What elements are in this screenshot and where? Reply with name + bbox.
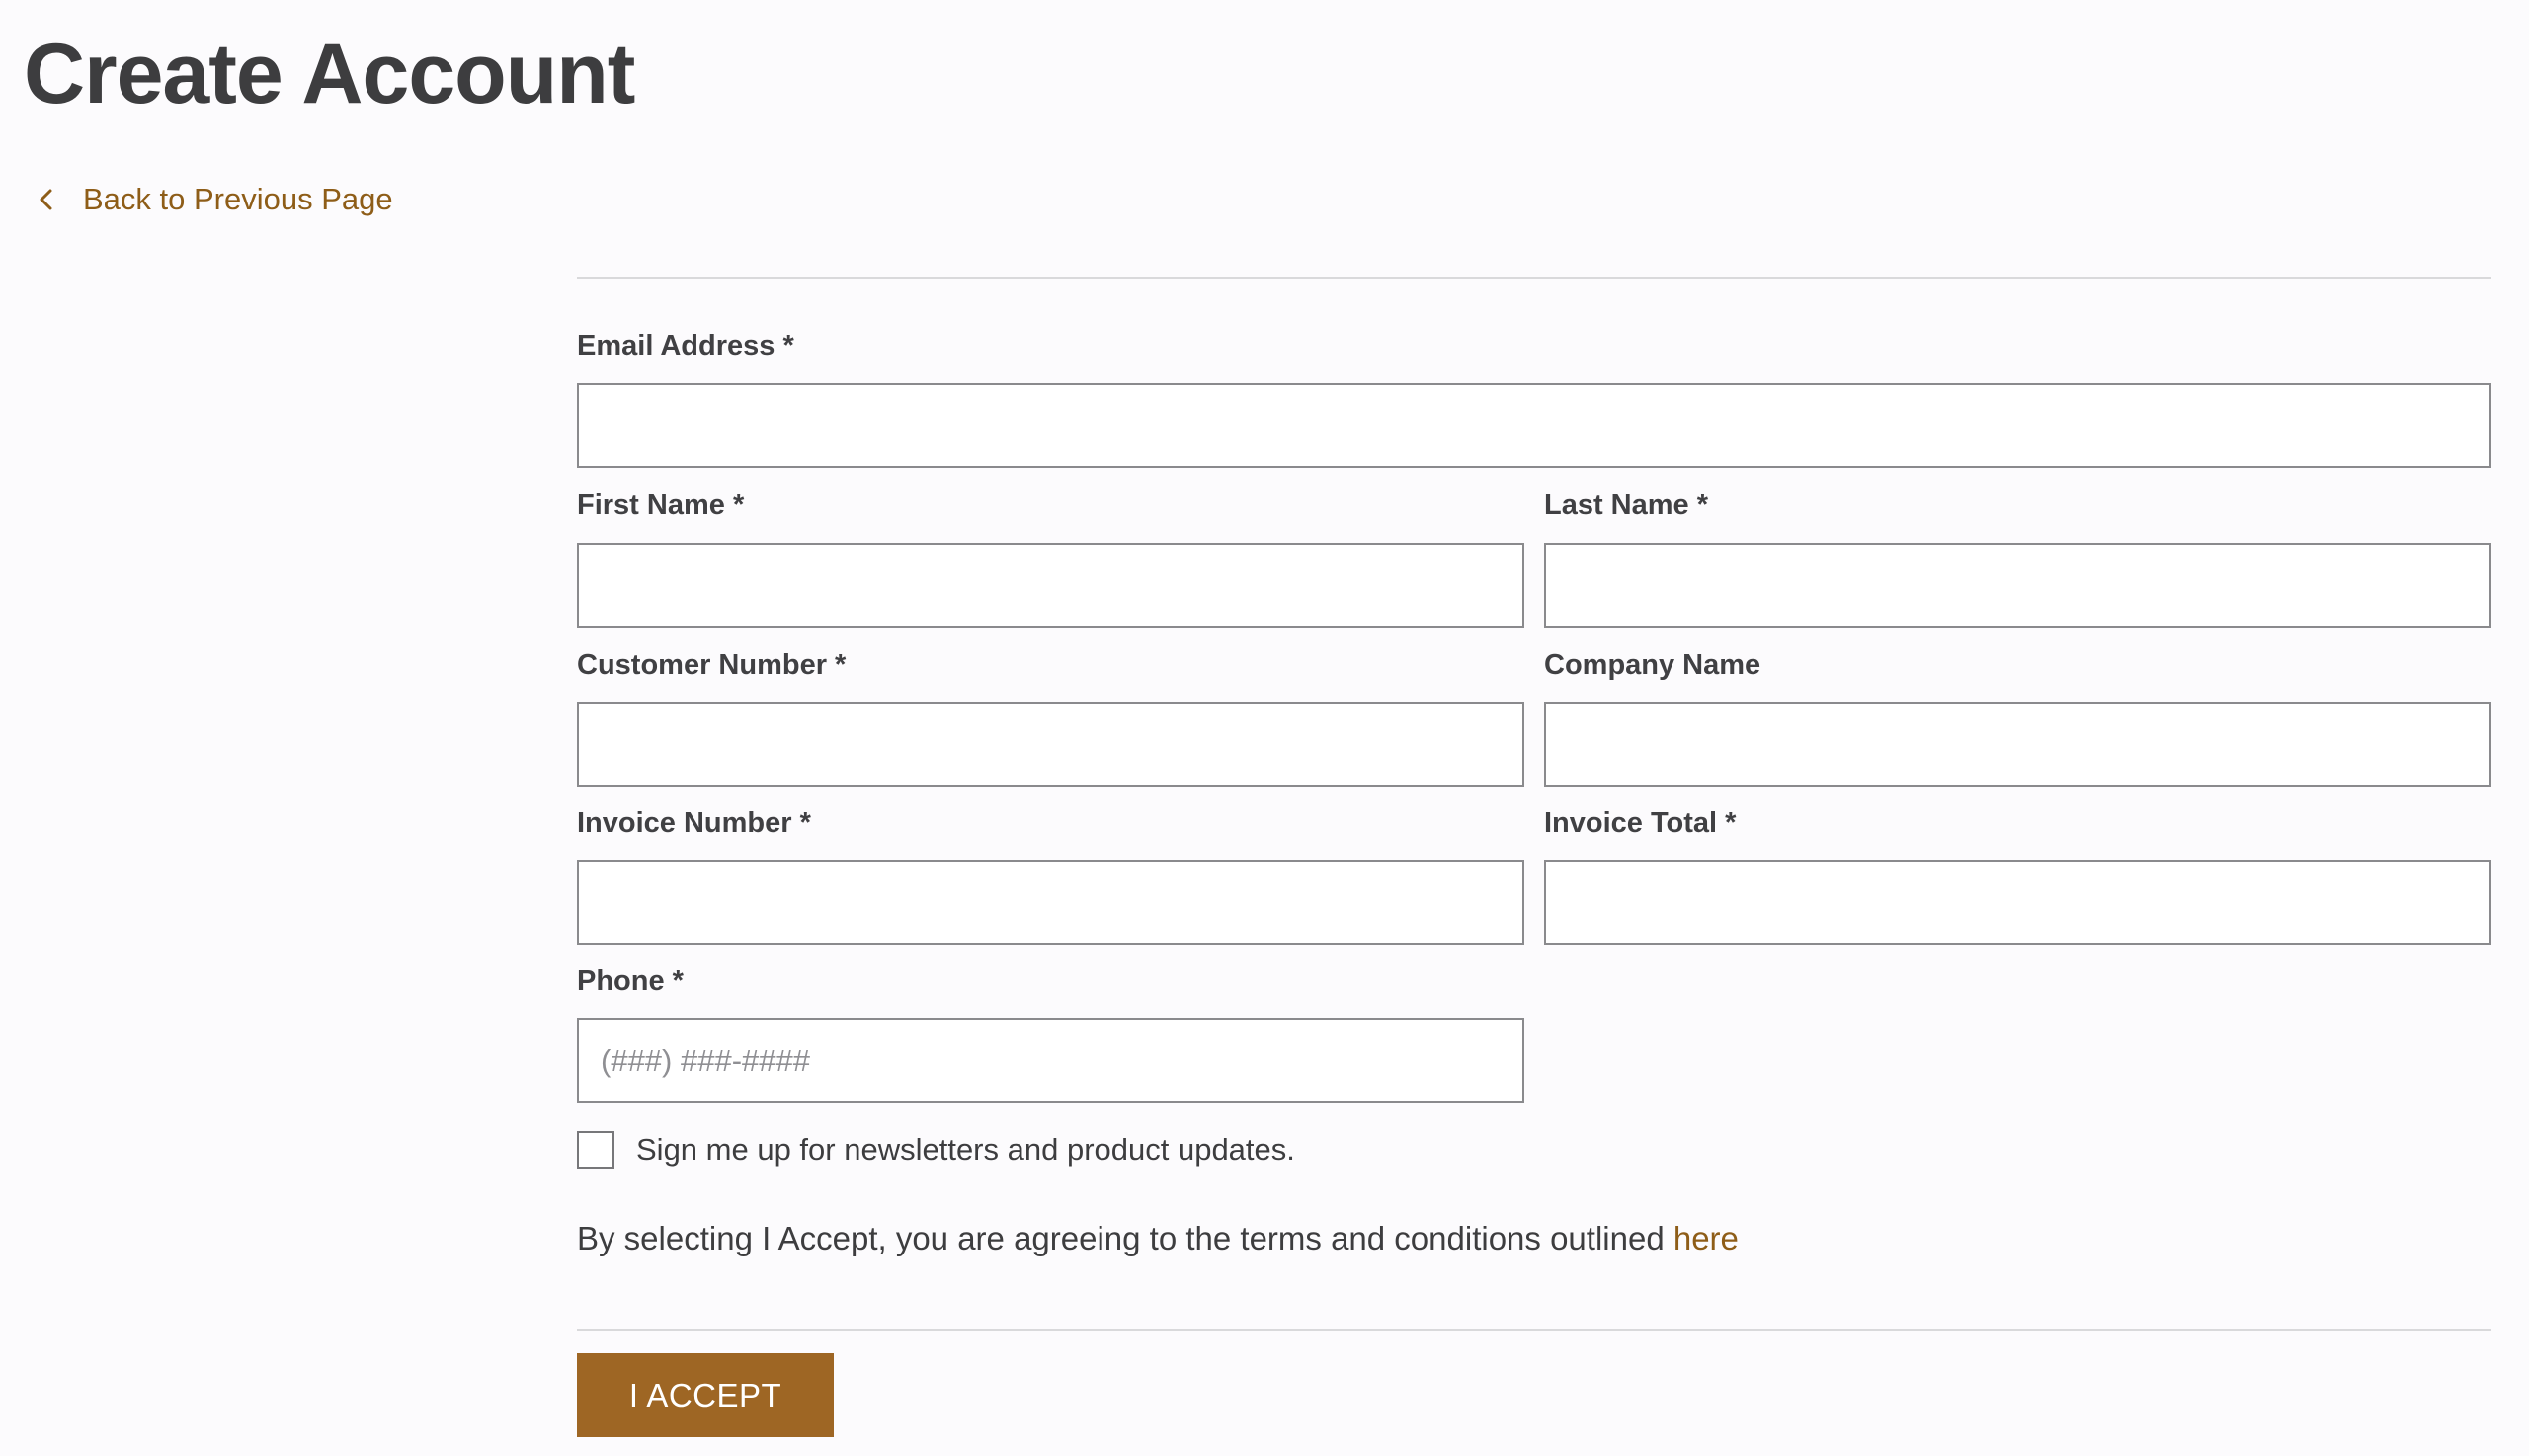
page-title: Create Account (24, 27, 635, 121)
newsletter-checkbox-row[interactable]: Sign me up for newsletters and product u… (577, 1131, 1295, 1169)
first-name-label: First Name * (577, 489, 745, 521)
newsletter-checkbox-label: Sign me up for newsletters and product u… (636, 1132, 1295, 1167)
last-name-field[interactable] (1544, 543, 2491, 628)
last-name-label: Last Name * (1544, 489, 1709, 521)
email-field[interactable] (577, 383, 2491, 468)
invoice-total-label: Invoice Total * (1544, 807, 1737, 839)
form-bottom-divider (577, 1329, 2491, 1331)
back-link-label: Back to Previous Page (83, 182, 393, 216)
phone-field[interactable] (577, 1018, 1524, 1103)
customer-number-label: Customer Number * (577, 649, 847, 681)
invoice-number-label: Invoice Number * (577, 807, 811, 839)
phone-label: Phone * (577, 965, 684, 997)
chevron-left-icon (40, 189, 52, 210)
invoice-total-field[interactable] (1544, 860, 2491, 945)
company-name-field[interactable] (1544, 702, 2491, 787)
email-label: Email Address * (577, 330, 794, 362)
accept-button[interactable]: I ACCEPT (577, 1353, 834, 1437)
company-name-label: Company Name (1544, 649, 1761, 681)
back-to-previous-page-link[interactable]: Back to Previous Page (34, 182, 393, 217)
form-top-divider (577, 277, 2491, 279)
invoice-number-field[interactable] (577, 860, 1524, 945)
terms-link[interactable]: here (1673, 1220, 1739, 1256)
terms-statement: By selecting I Accept, you are agreeing … (577, 1220, 1673, 1256)
terms-text: By selecting I Accept, you are agreeing … (577, 1220, 1739, 1257)
newsletter-checkbox[interactable] (577, 1131, 614, 1169)
customer-number-field[interactable] (577, 702, 1524, 787)
first-name-field[interactable] (577, 543, 1524, 628)
